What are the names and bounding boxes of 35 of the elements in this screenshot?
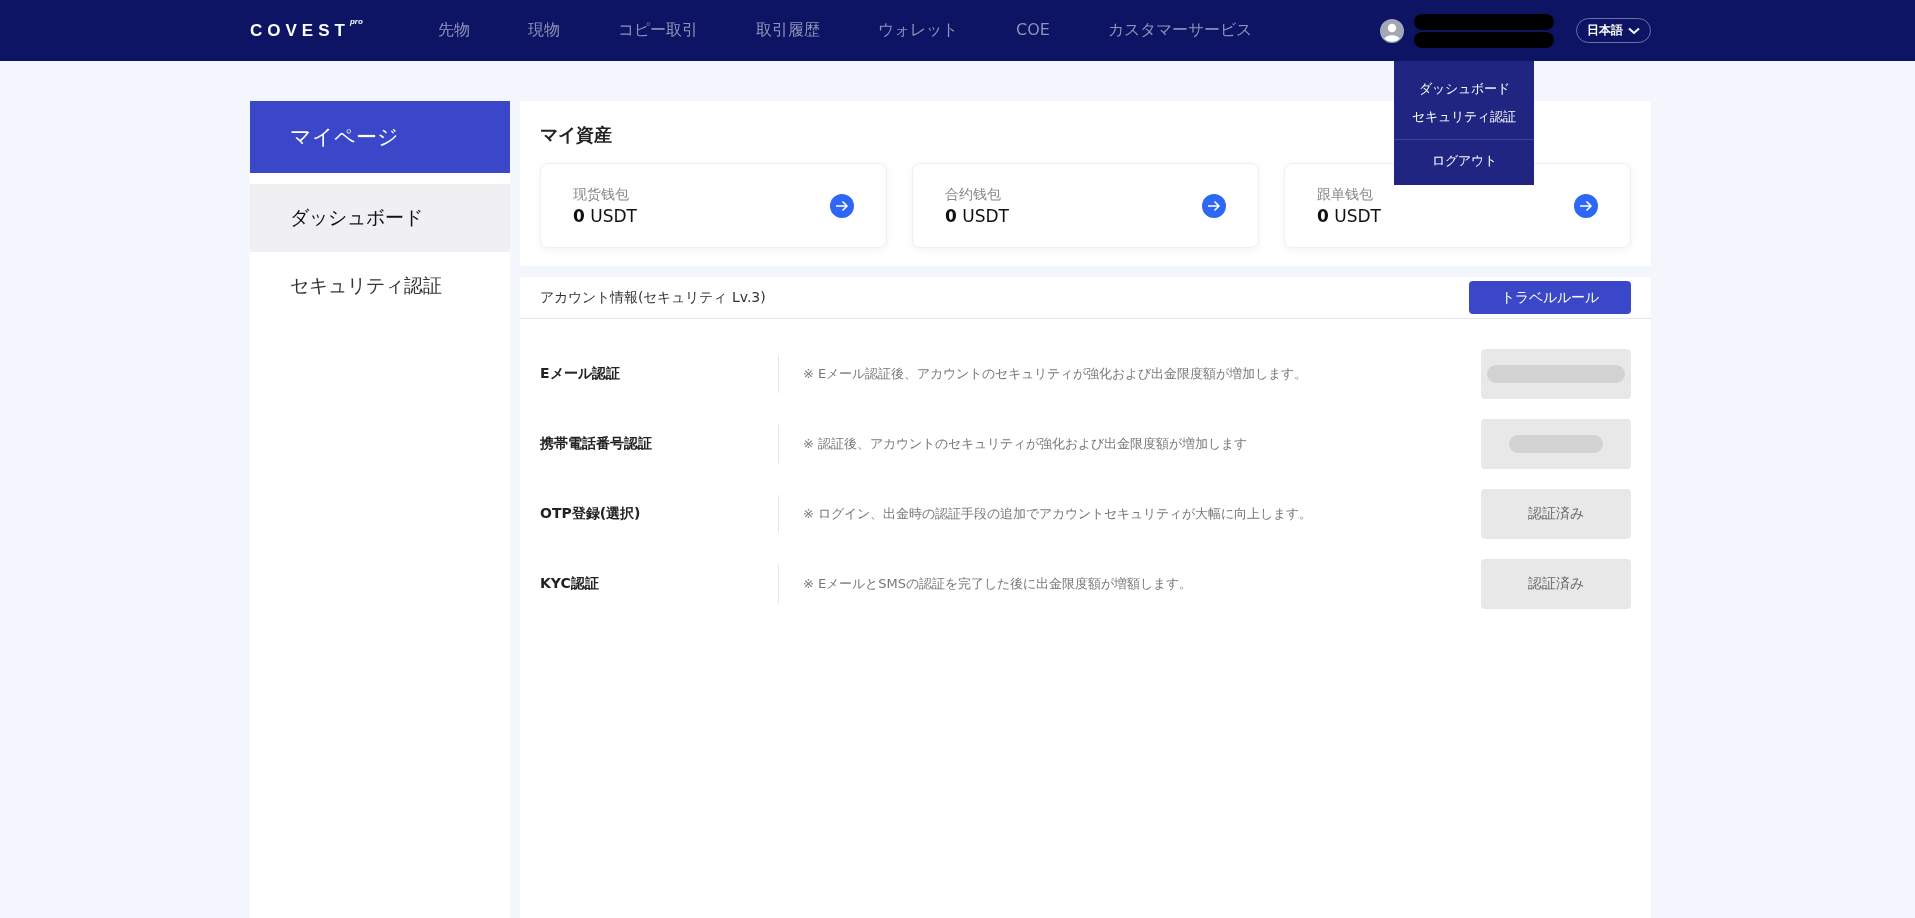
wallet-name: 现货钱包 (573, 185, 630, 204)
user-avatar-icon[interactable] (1380, 18, 1404, 43)
nav-link[interactable]: COE (1016, 20, 1050, 41)
menu-item[interactable]: セキュリティ認証 (1394, 103, 1534, 131)
arrow-right-icon[interactable] (1202, 193, 1226, 218)
row-label: OTP登録(選択) (540, 505, 642, 523)
section-title: マイ資産 (540, 123, 613, 147)
nav-link[interactable]: 現物 (528, 20, 560, 41)
row-label: Eメール認証 (540, 365, 621, 383)
wallet-balance: 0 USDT (945, 205, 1010, 226)
sidebar-item[interactable]: ダッシュボード (250, 184, 510, 252)
wallet-name: 合约钱包 (945, 185, 1002, 204)
arrow-right-icon[interactable] (1574, 193, 1598, 218)
nav-link[interactable]: カスタマーサービス (1107, 20, 1252, 41)
sidebar-title: マイページ (250, 101, 510, 173)
row-note: ※ ログイン、出金時の認証手段の追加でアカウントセキュリティが大幅に向上します。 (803, 505, 1314, 523)
menu-item[interactable]: ダッシュボード (1394, 75, 1534, 103)
nav-link[interactable]: 先物 (438, 20, 470, 41)
wallet-name: 跟单钱包 (1317, 185, 1374, 204)
nav-link[interactable]: ウォレット (878, 20, 958, 41)
row-note: ※ EメールとSMSの認証を完了した後に出金限度額が増額します。 (803, 575, 1193, 593)
row-note: ※ Eメール認証後、アカウントのセキュリティが強化および出金限度額が増加します。 (803, 365, 1309, 383)
section-title: アカウント情報(セキュリティ Lv.3) (540, 288, 766, 307)
row-note: ※ 認証後、アカウントのセキュリティが強化および出金限度額が増加します (803, 435, 1249, 453)
arrow-right-icon[interactable] (830, 193, 854, 218)
nav-link[interactable]: コピー取引 (618, 20, 698, 41)
row-label: 携帯電話番号認証 (540, 435, 653, 453)
verified-button[interactable]: 認証済み (1481, 559, 1631, 609)
chevron-down-icon (1628, 26, 1640, 35)
wallet-balance: 0 USDT (573, 205, 638, 226)
wallet-balance: 0 USDT (1317, 205, 1382, 226)
verified-button[interactable]: 認証済み (1481, 489, 1631, 539)
travel-rule-button[interactable]: トラベルルール (1469, 281, 1631, 314)
row-label: KYC認証 (540, 575, 600, 593)
nav-link[interactable]: 取引履歴 (756, 20, 820, 41)
